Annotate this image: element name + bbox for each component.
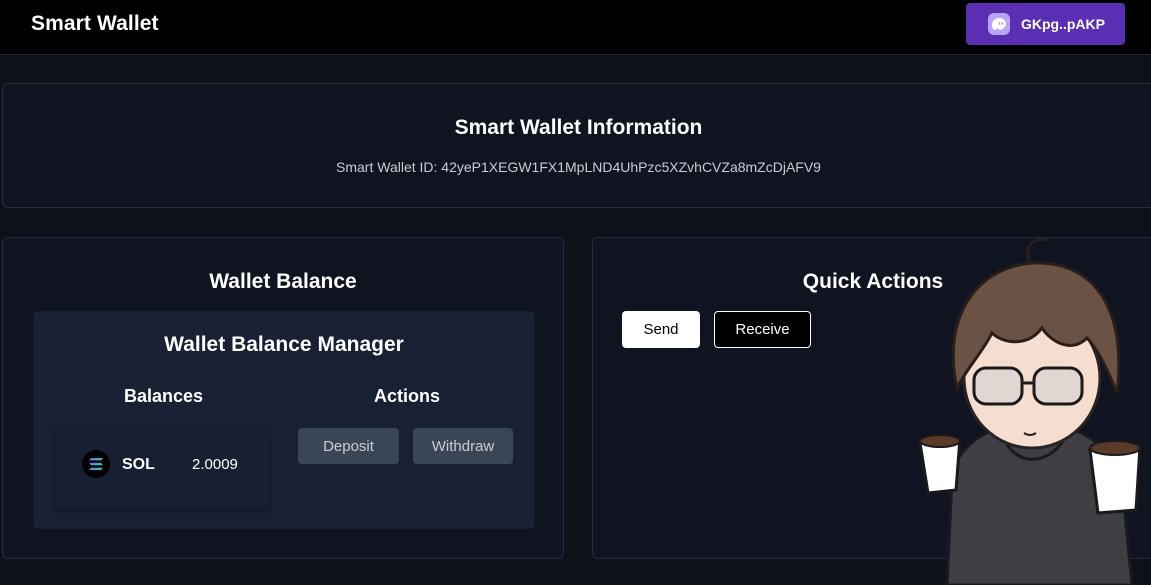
- wallet-info-card: Smart Wallet Information Smart Wallet ID…: [2, 83, 1151, 208]
- solana-icon: [82, 450, 110, 478]
- app-title: Smart Wallet: [31, 12, 159, 35]
- receive-button[interactable]: Receive: [714, 311, 811, 348]
- token-row: SOL 2.0009: [55, 429, 269, 509]
- top-navbar: Smart Wallet GKpg..pAKP: [0, 0, 1151, 55]
- manager-title: Wallet Balance Manager: [164, 333, 404, 356]
- info-title: Smart Wallet Information: [454, 116, 703, 139]
- mascot-character-image: [918, 237, 1142, 585]
- send-button[interactable]: Send: [622, 311, 700, 348]
- withdraw-button[interactable]: Withdraw: [413, 428, 513, 464]
- deposit-button[interactable]: Deposit: [298, 428, 399, 464]
- phantom-ghost-icon: [988, 13, 1010, 35]
- wallet-balance-manager: Wallet Balance Manager Balances Actions: [33, 311, 535, 529]
- connected-wallet-button[interactable]: GKpg..pAKP: [966, 3, 1125, 45]
- wallet-balance-title: Wallet Balance: [209, 270, 357, 293]
- token-symbol: SOL: [122, 456, 155, 473]
- balances-heading: Balances: [124, 386, 204, 406]
- actions-heading: Actions: [374, 386, 441, 406]
- token-amount: 2.0009: [192, 456, 238, 473]
- wallet-balance-card: Wallet Balance Wallet Balance Manager Ba…: [2, 237, 564, 559]
- wallet-address: GKpg..pAKP: [1021, 16, 1105, 32]
- smart-wallet-id: Smart Wallet ID: 42yeP1XEGW1FX1MpLND4UhP…: [336, 159, 821, 175]
